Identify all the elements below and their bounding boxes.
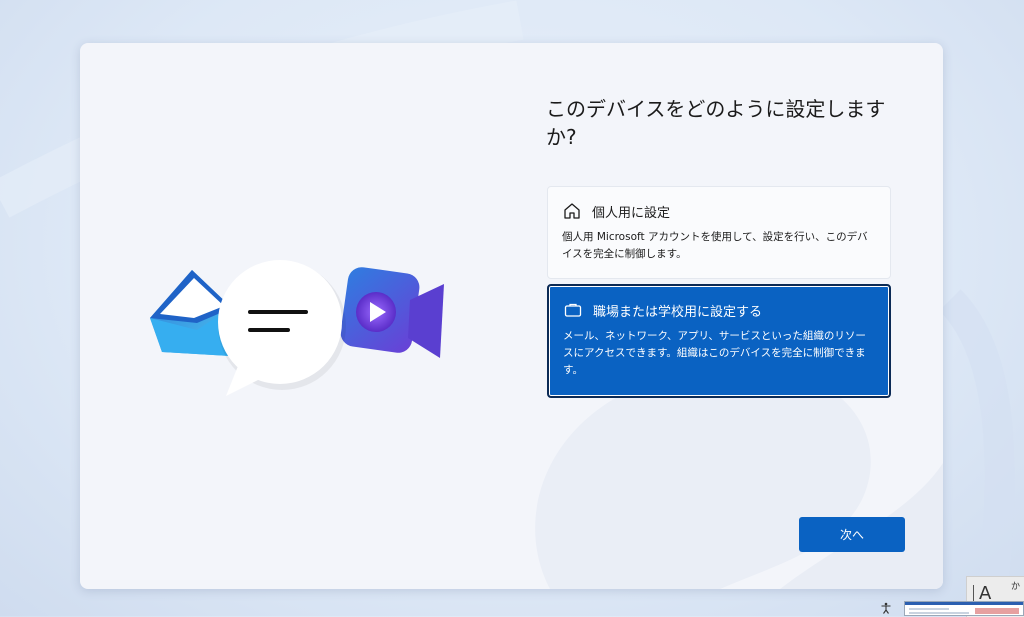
thumbnail-preview — [905, 602, 1023, 614]
option-personal-setup[interactable]: 個人用に設定 個人用 Microsoft アカウントを使用して、設定を行い、この… — [547, 186, 891, 279]
option-description: 個人用 Microsoft アカウントを使用して、設定を行い、このデバイスを完全… — [562, 231, 868, 260]
accessibility-icon[interactable] — [880, 602, 892, 614]
ime-kana-label: か — [1011, 582, 1021, 592]
chat-bubble-icon — [218, 260, 346, 396]
setup-illustration — [150, 260, 444, 396]
home-icon — [564, 203, 580, 219]
option-description: メール、ネットワーク、アプリ、サービスといった組織のリソースにアクセスできます。… — [563, 330, 866, 376]
page-title: このデバイスをどのように設定しますか? — [546, 97, 886, 149]
option-title: 職場または学校用に設定する — [593, 304, 763, 320]
setup-card: このデバイスをどのように設定しますか? 個人用に設定 個人用 Microsoft… — [80, 43, 943, 589]
option-work-school-setup[interactable]: 職場または学校用に設定する メール、ネットワーク、アプリ、サービスといった組織の… — [547, 284, 891, 398]
briefcase-icon — [564, 303, 582, 317]
option-title: 個人用に設定 — [592, 205, 671, 221]
window-thumbnail[interactable] — [904, 601, 1024, 616]
video-call-icon — [340, 267, 444, 358]
next-button[interactable]: 次へ — [799, 517, 905, 552]
